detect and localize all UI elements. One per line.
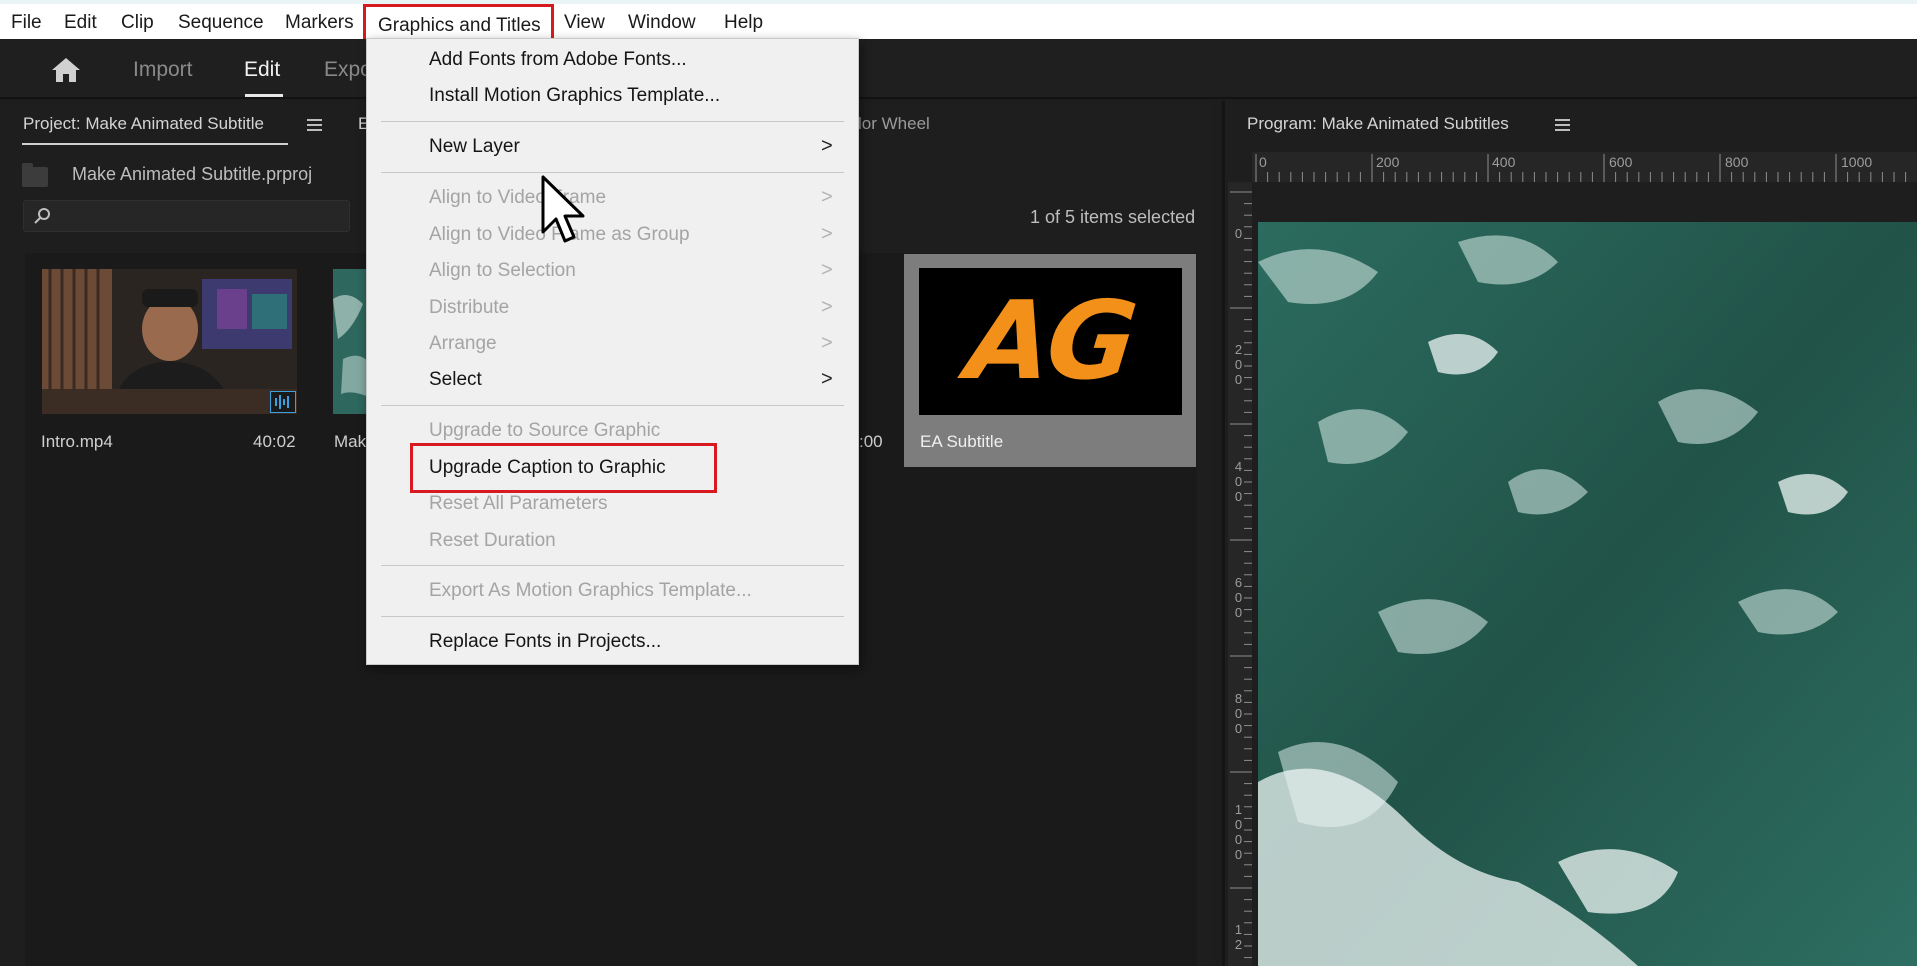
chevron-right-icon: > xyxy=(821,223,833,245)
highlight-box xyxy=(410,443,717,493)
menu-separator xyxy=(381,405,844,406)
search-icon xyxy=(34,208,50,224)
hamburger-icon[interactable] xyxy=(1555,119,1570,131)
ruler-label: 800 xyxy=(1725,154,1749,170)
menu-item-install-mogrt[interactable]: Install Motion Graphics Template... xyxy=(429,85,720,107)
tab-edit[interactable]: Edit xyxy=(244,58,280,82)
menu-bar: File Edit Clip Sequence Markers Graphics… xyxy=(0,0,1917,44)
item-duration: 40:02 xyxy=(253,432,296,451)
items-selected-count: 1 of 5 items selected xyxy=(1030,207,1196,227)
chevron-right-icon: > xyxy=(821,296,833,318)
ruler-horizontal: 0 200 400 600 800 1000 xyxy=(1252,152,1917,182)
menu-item-new-layer[interactable]: New Layer xyxy=(429,136,520,158)
menu-item-distribute[interactable]: Distribute xyxy=(429,297,509,319)
menu-edit[interactable]: Edit xyxy=(64,12,97,34)
menu-file[interactable]: File xyxy=(11,12,42,34)
menu-separator xyxy=(381,121,844,122)
ruler-label: 1000 xyxy=(1231,802,1246,862)
tab-import[interactable]: Import xyxy=(133,58,193,82)
ruler-label: 600 xyxy=(1231,575,1246,620)
video-thumbnail xyxy=(42,269,297,414)
tab-export[interactable]: Expo xyxy=(324,58,372,82)
ruler-label: 200 xyxy=(1376,154,1400,170)
menu-item-align-selection[interactable]: Align to Selection xyxy=(429,260,576,282)
menu-sequence[interactable]: Sequence xyxy=(178,12,264,34)
chevron-right-icon: > xyxy=(821,135,833,157)
menu-item-add-fonts[interactable]: Add Fonts from Adobe Fonts... xyxy=(429,49,687,71)
chevron-right-icon: > xyxy=(821,368,833,390)
menu-help[interactable]: Help xyxy=(724,12,763,34)
chevron-right-icon: > xyxy=(821,332,833,354)
menu-item-upgrade-source-graphic[interactable]: Upgrade to Source Graphic xyxy=(429,420,660,442)
menu-item-reset-duration[interactable]: Reset Duration xyxy=(429,530,556,552)
active-tab-indicator xyxy=(245,94,283,97)
thumbnail-text: AG xyxy=(961,279,1140,404)
ruler-label: 400 xyxy=(1492,154,1516,170)
ruler-label: 0 xyxy=(1259,154,1267,170)
item-name: EA Subtitle xyxy=(920,432,1004,451)
menu-item-export-mogrt[interactable]: Export As Motion Graphics Template... xyxy=(429,580,752,602)
menu-item-replace-fonts[interactable]: Replace Fonts in Projects... xyxy=(429,631,661,653)
folder-icon xyxy=(22,163,48,187)
ruler-label: 800 xyxy=(1231,691,1246,736)
hamburger-icon[interactable] xyxy=(307,119,322,131)
item-name: Intro.mp4 xyxy=(41,432,113,451)
menu-clip[interactable]: Clip xyxy=(121,12,154,34)
home-icon[interactable] xyxy=(50,56,82,84)
ruler-label: 12 xyxy=(1231,922,1246,952)
chevron-right-icon: > xyxy=(821,259,833,281)
menu-view[interactable]: View xyxy=(564,12,605,34)
menu-separator xyxy=(381,172,844,173)
search-input[interactable] xyxy=(23,200,350,232)
program-panel-tab[interactable]: Program: Make Animated Subtitles xyxy=(1247,114,1509,134)
menu-item-arrange[interactable]: Arrange xyxy=(429,333,497,355)
item-duration: :00 xyxy=(859,432,883,451)
menu-item-reset-all-parameters[interactable]: Reset All Parameters xyxy=(429,493,607,515)
ruler-label: 1000 xyxy=(1841,154,1873,170)
item-name: Mak xyxy=(334,432,367,451)
ruler-label: 400 xyxy=(1231,459,1246,504)
graphic-thumbnail: AG xyxy=(919,268,1182,415)
lumetri-color-wheel-tab[interactable]: lor Wheel xyxy=(858,114,930,134)
program-video-frame[interactable] xyxy=(1258,222,1917,966)
menu-separator xyxy=(381,565,844,566)
menu-window[interactable]: Window xyxy=(628,12,696,34)
graphics-and-titles-dropdown: Add Fonts from Adobe Fonts... Install Mo… xyxy=(366,38,859,665)
menu-separator xyxy=(381,616,844,617)
ruler-label: 200 xyxy=(1231,342,1246,387)
audio-waveform-icon xyxy=(270,391,296,413)
menu-item-select[interactable]: Select xyxy=(429,369,482,391)
ruler-label: 0 xyxy=(1231,226,1246,241)
project-panel-tab[interactable]: Project: Make Animated Subtitle xyxy=(23,114,264,134)
ruler-vertical: 0 200 400 600 800 1000 12 xyxy=(1228,182,1252,966)
chevron-right-icon: > xyxy=(821,186,833,208)
project-file-name: Make Animated Subtitle.prproj xyxy=(72,164,313,184)
menu-markers[interactable]: Markers xyxy=(285,12,354,34)
ruler-label: 600 xyxy=(1609,154,1633,170)
mouse-cursor-icon xyxy=(541,175,585,243)
project-tab-underline xyxy=(22,143,288,145)
workspace-header: Import Edit Expo xyxy=(0,39,1917,99)
